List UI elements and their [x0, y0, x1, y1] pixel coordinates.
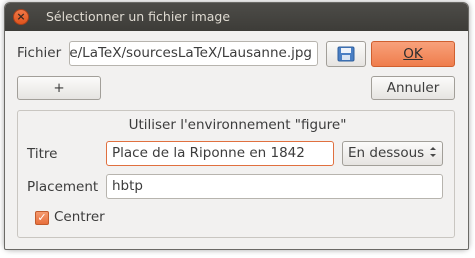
close-icon: × [16, 10, 26, 23]
checkmark-icon: ✓ [37, 211, 47, 224]
file-path-value: e/LaTeX/sourcesLaTeX/Lausanne.jpg [69, 45, 312, 61]
ok-button-label: OK [403, 46, 423, 62]
file-label: Fichier [17, 45, 62, 61]
center-label: Centrer [54, 209, 105, 225]
title-input[interactable]: Place de la Riponne en 1842 [106, 141, 334, 166]
updown-arrows-icon [430, 147, 436, 157]
title-bar: × Sélectionner un fichier image [5, 3, 468, 31]
cancel-button-label: Annuler [386, 80, 440, 96]
position-select-value: En dessous [348, 145, 425, 161]
floppy-disk-icon [337, 46, 355, 62]
position-select[interactable]: En dessous [342, 141, 443, 166]
window-title: Sélectionner un fichier image [46, 9, 231, 24]
add-button-label: + [53, 80, 65, 96]
placement-input[interactable]: hbtp [106, 174, 443, 199]
ok-button[interactable]: OK [371, 41, 455, 67]
save-file-button[interactable] [326, 41, 366, 67]
close-button[interactable]: × [13, 9, 29, 25]
title-label: Titre [27, 146, 58, 162]
file-path-field[interactable]: e/LaTeX/sourcesLaTeX/Lausanne.jpg [69, 41, 318, 66]
dialog-window: × Sélectionner un fichier image Fichier … [4, 2, 469, 250]
cancel-button[interactable]: Annuler [371, 76, 455, 100]
add-button[interactable]: + [17, 76, 101, 100]
figure-group-heading: Utiliser l'environnement "figure" [128, 117, 347, 133]
center-checkbox[interactable]: ✓ [35, 211, 49, 225]
placement-label: Placement [27, 179, 99, 195]
